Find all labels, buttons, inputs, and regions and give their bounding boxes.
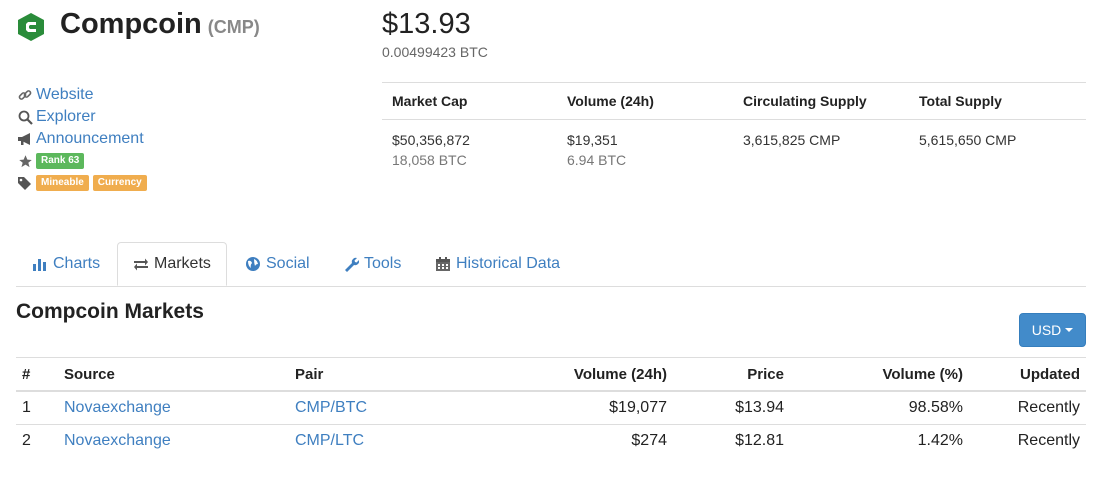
tags-icon: [16, 176, 34, 191]
col-header-source[interactable]: Source: [58, 357, 289, 392]
source-link[interactable]: Novaexchange: [64, 399, 171, 416]
website-link[interactable]: Website: [36, 86, 94, 104]
volume-usd: $19,351: [567, 132, 618, 148]
coin-logo: [16, 12, 46, 42]
exchange-arrows-icon: [133, 257, 149, 271]
stat-total: 5,615,650 CMP: [919, 132, 1017, 148]
table-row: 1 Novaexchange CMP/BTC $19,077 $13.94 98…: [16, 391, 1086, 425]
volume-btc: 6.94 BTC: [567, 152, 627, 168]
bar-chart-icon: [32, 257, 48, 271]
price-btc: 0.00499423 BTC: [382, 44, 488, 60]
pair-link[interactable]: CMP/LTC: [295, 432, 364, 449]
rank-row: Rank 63: [16, 150, 151, 172]
col-header-num[interactable]: #: [16, 357, 58, 392]
stats-values-row: $50,356,872 18,058 BTC $19,351 6.94 BTC …: [382, 120, 1086, 180]
tab-tools[interactable]: Tools: [343, 242, 401, 286]
caret-down-icon: [1065, 328, 1074, 332]
website-link-row[interactable]: Website: [16, 84, 151, 106]
tab-markets-label: Markets: [154, 255, 211, 272]
stat-header-circulating: Circulating Supply: [743, 93, 867, 109]
tab-historical-label[interactable]: Historical Data: [456, 255, 560, 273]
col-header-updated[interactable]: Updated: [969, 357, 1086, 392]
explorer-link[interactable]: Explorer: [36, 108, 96, 126]
currency-dropdown-button[interactable]: USD: [1019, 313, 1086, 347]
row-updated: Recently: [969, 391, 1086, 425]
row-price: $12.81: [735, 432, 784, 449]
tab-charts[interactable]: Charts: [32, 242, 100, 286]
globe-icon: [245, 256, 261, 272]
coin-title: Compcoin (CMP): [60, 8, 260, 41]
tab-tools-label[interactable]: Tools: [364, 255, 401, 273]
tab-social[interactable]: Social: [245, 242, 310, 286]
markets-table: # Source Pair Volume (24h) Price Volume …: [16, 357, 1086, 457]
stat-circulating: 3,615,825 CMP: [743, 132, 841, 148]
market-cap-usd: $50,356,872: [392, 132, 470, 148]
tab-charts-label[interactable]: Charts: [53, 255, 100, 273]
tags-row: Mineable Currency: [16, 172, 151, 194]
explorer-link-row[interactable]: Explorer: [16, 106, 151, 128]
wrench-icon: [343, 256, 359, 272]
price-usd: $13.93: [382, 8, 471, 40]
calendar-icon: [435, 256, 451, 272]
tab-markets[interactable]: Markets: [117, 242, 227, 286]
col-header-volume[interactable]: Volume (24h): [461, 357, 673, 392]
link-icon: [16, 88, 34, 102]
col-header-volume-pct[interactable]: Volume (%): [790, 357, 969, 392]
row-volume: $274: [631, 432, 667, 449]
tab-bar: Charts Markets Social Tools Historical D…: [16, 242, 1086, 287]
markets-title: Compcoin Markets: [16, 300, 204, 323]
row-volume: $19,077: [461, 391, 673, 425]
announcement-link[interactable]: Announcement: [36, 130, 144, 148]
star-icon: [16, 154, 34, 169]
search-icon: [16, 110, 34, 125]
stat-market-cap: $50,356,872 18,058 BTC: [382, 120, 557, 180]
markets-header-row: # Source Pair Volume (24h) Price Volume …: [16, 357, 1086, 392]
row-num: 2: [22, 432, 31, 449]
row-volume-pct: 98.58%: [790, 391, 969, 425]
coin-symbol: (CMP): [207, 17, 260, 37]
rank-badge: Rank 63: [36, 153, 85, 169]
pair-link[interactable]: CMP/BTC: [295, 399, 367, 416]
coin-links: Website Explorer Announcement Rank 63 Mi…: [16, 84, 151, 194]
stats-header-row: Market Cap Volume (24h) Circulating Supp…: [382, 83, 1086, 119]
stat-header-total: Total Supply: [919, 93, 1002, 109]
row-price: $13.94: [673, 391, 790, 425]
stat-volume: $19,351 6.94 BTC: [557, 120, 733, 180]
col-header-pair[interactable]: Pair: [289, 357, 461, 392]
bullhorn-icon: [16, 132, 34, 146]
stat-header-volume: Volume (24h): [567, 93, 654, 109]
col-header-price[interactable]: Price: [673, 357, 790, 392]
tag-mineable[interactable]: Mineable: [36, 175, 89, 191]
tab-social-label[interactable]: Social: [266, 255, 310, 273]
table-row: 2 Novaexchange CMP/LTC $274 $12.81 1.42%…: [16, 425, 1086, 458]
tag-currency[interactable]: Currency: [92, 175, 147, 191]
row-updated: Recently: [1017, 432, 1080, 449]
tab-historical[interactable]: Historical Data: [435, 242, 560, 286]
stats-table: Market Cap Volume (24h) Circulating Supp…: [382, 82, 1086, 180]
announcement-link-row[interactable]: Announcement: [16, 128, 151, 150]
source-link[interactable]: Novaexchange: [64, 432, 171, 449]
row-num: 1: [16, 391, 58, 425]
market-cap-btc: 18,058 BTC: [392, 152, 467, 168]
stat-header-market-cap: Market Cap: [392, 93, 468, 109]
row-volume-pct: 1.42%: [917, 432, 963, 449]
coin-name: Compcoin: [60, 8, 202, 40]
currency-label: USD: [1031, 322, 1062, 338]
